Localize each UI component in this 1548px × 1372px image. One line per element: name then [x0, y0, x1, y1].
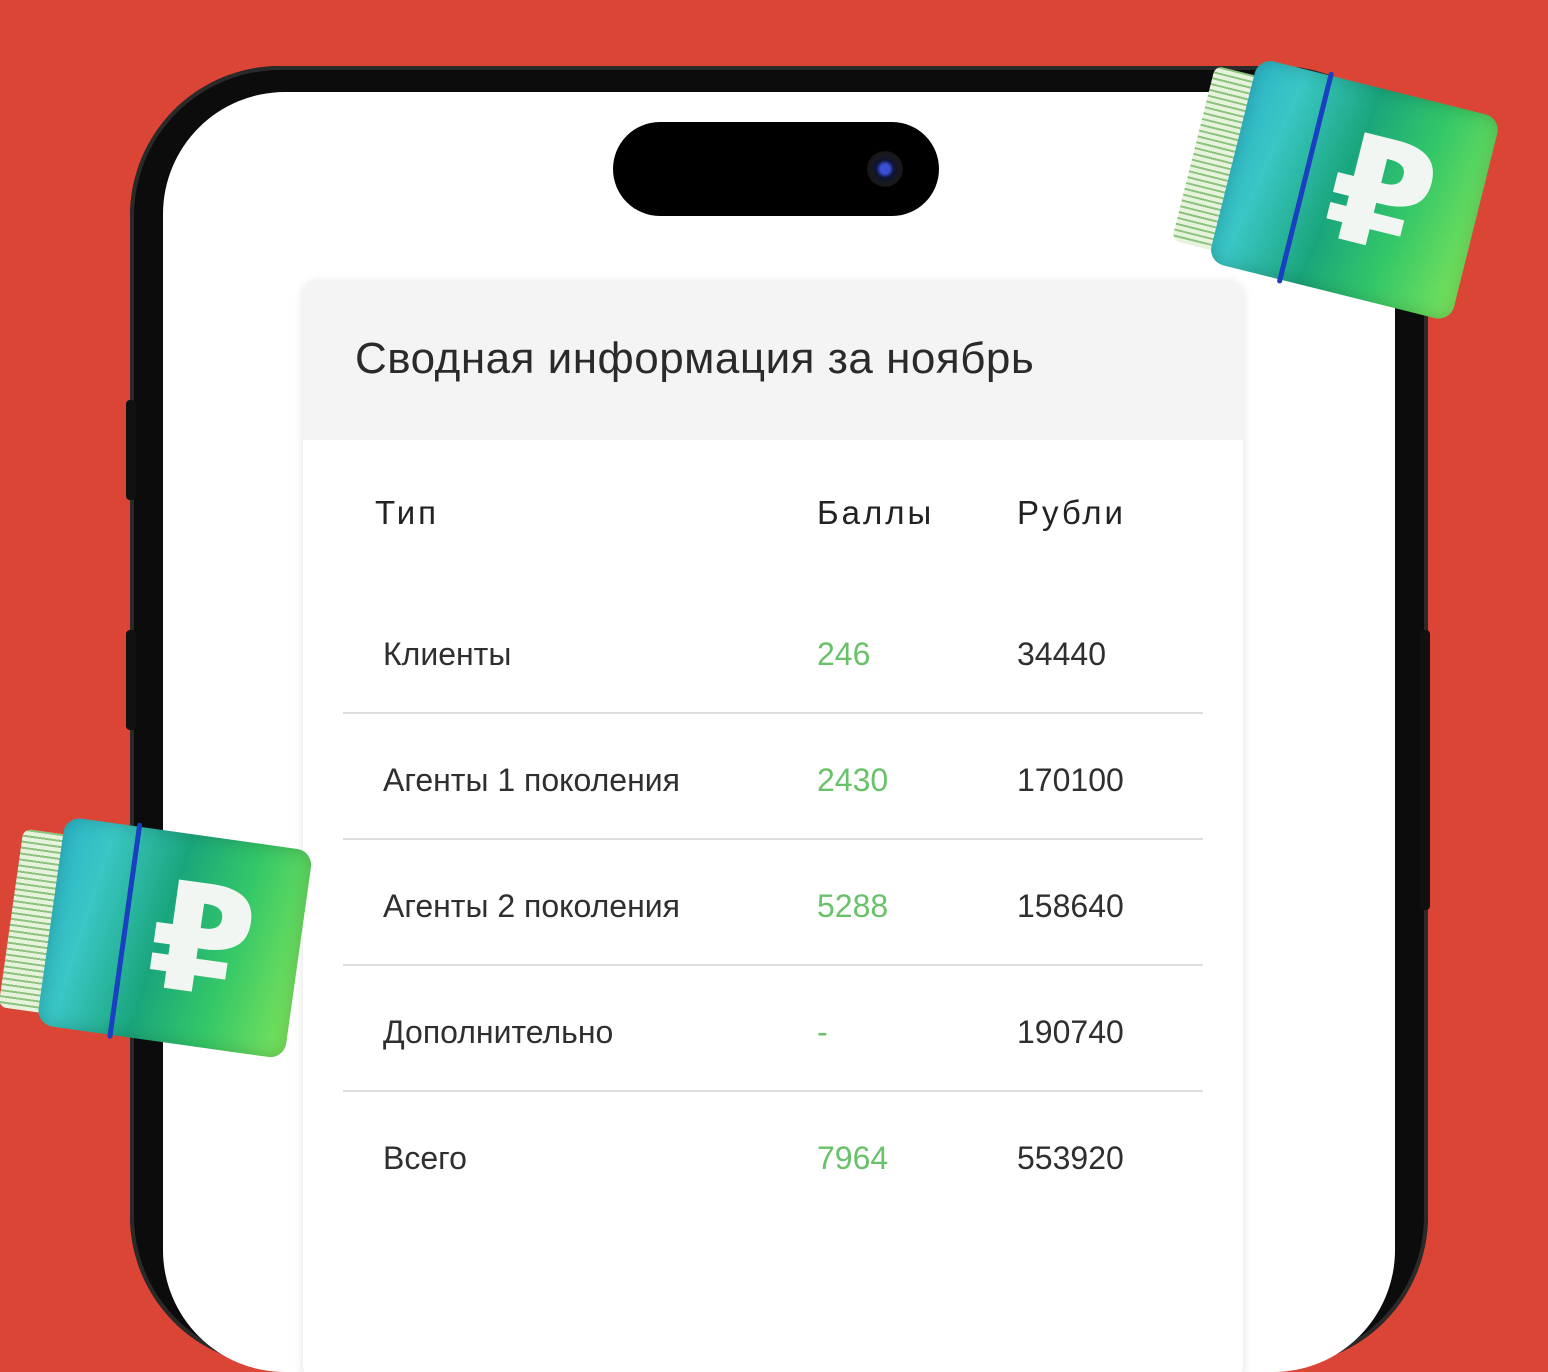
table-row: Дополнительно - 190740: [343, 966, 1203, 1092]
ruble-banknote-stack-icon: ₽: [0, 811, 314, 1060]
summary-title: Сводная информация за ноябрь: [355, 334, 1035, 383]
column-header-rubles: Рубли: [1017, 494, 1126, 531]
dynamic-island: [613, 122, 939, 216]
row-type: Всего: [383, 1140, 467, 1176]
row-rubles: 190740: [1017, 1014, 1124, 1050]
summary-card: Сводная информация за ноябрь Тип Баллы Р…: [303, 280, 1243, 1372]
row-rubles: 158640: [1017, 888, 1124, 924]
row-type: Агенты 1 поколения: [383, 762, 680, 798]
summary-card-header: Сводная информация за ноябрь: [303, 280, 1243, 440]
column-header-type: Тип: [375, 494, 440, 531]
row-points: 246: [817, 636, 871, 672]
table-row: Клиенты 246 34440: [343, 588, 1203, 714]
table-row-total: Всего 7964 553920: [343, 1092, 1203, 1218]
ruble-sign-icon: ₽: [137, 848, 266, 1035]
table-row: Агенты 1 поколения 2430 170100: [343, 714, 1203, 840]
phone-side-button-left-1: [126, 400, 136, 500]
camera-icon: [867, 151, 903, 187]
row-points: 5288: [817, 888, 889, 924]
row-rubles: 170100: [1017, 762, 1124, 798]
row-rubles: 553920: [1017, 1140, 1124, 1176]
row-type: Дополнительно: [383, 1014, 614, 1050]
phone-screen: Сводная информация за ноябрь Тип Баллы Р…: [163, 92, 1395, 1372]
phone-side-button-left-2: [126, 630, 136, 730]
phone-side-button-right: [1420, 630, 1430, 910]
row-points: -: [817, 1014, 828, 1050]
table-row: Агенты 2 поколения 5288 158640: [343, 840, 1203, 966]
row-points: 7964: [817, 1140, 889, 1176]
row-type: Агенты 2 поколения: [383, 888, 680, 924]
row-points: 2430: [817, 762, 889, 798]
row-type: Клиенты: [383, 636, 512, 672]
row-rubles: 34440: [1017, 636, 1106, 672]
column-header-points: Баллы: [817, 494, 935, 531]
